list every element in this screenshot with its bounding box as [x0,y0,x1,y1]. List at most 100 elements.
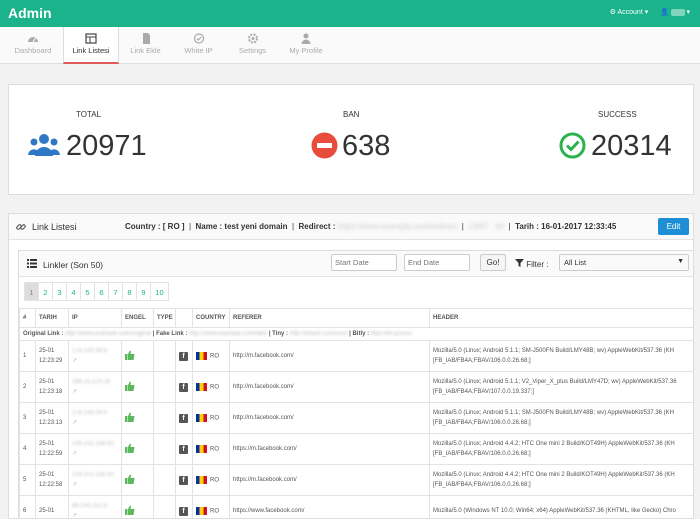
external-link-icon[interactable]: ↗ [72,358,77,364]
tiny-value[interactable]: http://tinyurl.com/xxxx [290,331,348,337]
row-header-line2: [FB_IAB/FB4A;FBAV/106.0.0.26.68;] [433,482,531,488]
tab-link-listesi[interactable]: Link Listesi [63,27,119,64]
page-link[interactable]: 8 [122,282,137,301]
links-box: Linkler (Son 50) Go! Filter : All List ▼… [18,250,693,518]
row-header-line2: [FB_IAB/FB4A;FBAV/106.0.0.26.68;] [433,358,531,364]
stat-total-label: TOTAL [76,110,102,119]
tab-white-ip[interactable]: White IP [176,27,221,64]
page-link[interactable]: 5 [80,282,95,301]
row-ip-value[interactable]: 86.104.151.8 [72,503,107,509]
col-header[interactable]: TYPE [153,308,176,328]
pagination: 1 2 3 4 5 6 7 8 9 10 [24,282,169,301]
external-link-icon[interactable]: ↗ [72,513,77,518]
check-circle-icon [559,132,586,159]
row-ip: 178.130.36.6 ↗ [68,402,122,434]
row-engel [121,433,154,465]
brand-title[interactable]: Admin [8,5,52,21]
row-facebook: f [175,340,193,372]
row-type [153,433,176,465]
redirect-value[interactable]: https://www.example.com/redirect [338,222,458,231]
thumbs-up-icon[interactable] [125,412,135,422]
page-link[interactable]: 2 [38,282,53,301]
page-link[interactable]: 9 [136,282,151,301]
page-link[interactable]: 6 [94,282,109,301]
row-referer: http://m.facebook.com/ [229,340,430,372]
col-header[interactable]: IP [68,308,122,328]
page-link[interactable]: 3 [52,282,67,301]
gear-icon [247,33,258,44]
filter-select[interactable]: All List ▼ [559,254,689,271]
facebook-icon: f [179,351,188,361]
romania-flag-icon [196,414,207,422]
thumbs-up-icon[interactable] [125,350,135,360]
row-header: Mozilla/5.0 (Linux; Android 4.4.2; HTC O… [429,433,693,465]
col-header[interactable]: TARIH [35,308,69,328]
col-header[interactable]: # [19,308,36,328]
start-date-input[interactable] [331,254,397,271]
dashboard-icon [28,37,38,43]
page-link[interactable]: 4 [66,282,81,301]
account-label: Account [617,9,643,16]
edit-button[interactable]: Edit [658,218,689,235]
thumbs-up-icon[interactable] [125,381,135,391]
stat-total-value: 20971 [66,130,147,162]
col-header[interactable]: COUNTRY [192,308,230,328]
end-date-input[interactable] [404,254,470,271]
tiny-label: | Tiny : [268,331,289,337]
table-row: 6 25-01 86.104.151.8 ↗ f RO https://www.facebo… [19,495,693,518]
date-label: Tarih : 16-01-2017 12:33:45 [515,222,617,231]
row-ip-value[interactable]: 178.130.36.6 [72,348,107,354]
external-link-icon[interactable]: ↗ [72,451,77,457]
stat-ban: BAN 638 [237,85,465,196]
account-menu[interactable]: ⚙ Account ▾ [610,8,649,16]
row-ip-value[interactable]: 178.130.36.6 [72,410,107,416]
external-link-icon[interactable]: ↗ [72,389,77,395]
thumbs-up-icon[interactable] [125,474,135,484]
user-label: user [670,9,685,16]
fake-link-value[interactable]: http://www.example.com/fake [189,331,267,337]
row-country-code: RO [210,353,219,360]
row-ip-value[interactable]: 109.102.156.50 [72,472,114,478]
table-row: 5 25-01 12:22:58 109.102.156.50 ↗ f RO https://… [19,464,693,496]
table-row: 2 25-01 12:23:18 188.25.120.16 ↗ f RO http://m.… [19,371,693,403]
tab-dashboard[interactable]: Dashboard [8,27,58,64]
row-header-line1: Mozilla/5.0 (Linux; Android 4.4.2; HTC O… [433,441,675,447]
filter-value: All List [564,258,587,267]
stat-success-value: 20314 [591,130,672,162]
col-header[interactable] [175,308,193,328]
page-link[interactable]: 1 [24,282,39,301]
row-engel [121,402,154,434]
go-button[interactable]: Go! [480,254,506,271]
row-header-line1: Mozilla/5.0 (Linux; Android 5.1.1; SM-J5… [433,410,675,416]
row-date-time: 12:22:58 [39,482,63,488]
thumbs-up-icon[interactable] [125,443,135,453]
bitly-value[interactable]: http://bit.ly/xxxx [371,331,412,337]
row-ip-value[interactable]: 188.25.120.16 [72,379,110,385]
external-link-icon[interactable]: ↗ [72,482,77,488]
row-type [153,402,176,434]
tab-settings[interactable]: Settings [230,27,275,64]
external-link-icon[interactable]: ↗ [72,420,77,426]
row-facebook: f [175,433,193,465]
romania-flag-icon [196,445,207,453]
row-referer: http://m.facebook.com/ [229,402,430,434]
col-header[interactable]: ENGEL [121,308,154,328]
row-ip-value[interactable]: 109.102.156.50 [72,441,114,447]
page-link[interactable]: 7 [108,282,123,301]
row-date-day: 25-01 [39,348,55,354]
row-number: 3 [19,402,36,434]
row-ip: 188.25.120.16 ↗ [68,371,122,403]
original-link-value[interactable]: http://www.example.com/original [65,331,151,337]
limit-label: LIMIT : 40 [468,222,505,231]
col-header[interactable]: REFERER [229,308,430,328]
panel-title: Link Listesi [32,222,77,232]
tab-label: Settings [238,46,267,55]
tab-my-profile[interactable]: My Profile [283,27,329,64]
tab-link-ekle[interactable]: Link Ekle [123,27,168,64]
row-country: RO [192,340,230,372]
page-link[interactable]: 10 [150,282,169,301]
col-header[interactable]: HEADER [429,308,693,328]
filter-label: Filter : [515,259,548,269]
thumbs-up-icon[interactable] [125,505,135,515]
user-menu[interactable]: 👤 user ▾ [660,8,690,16]
